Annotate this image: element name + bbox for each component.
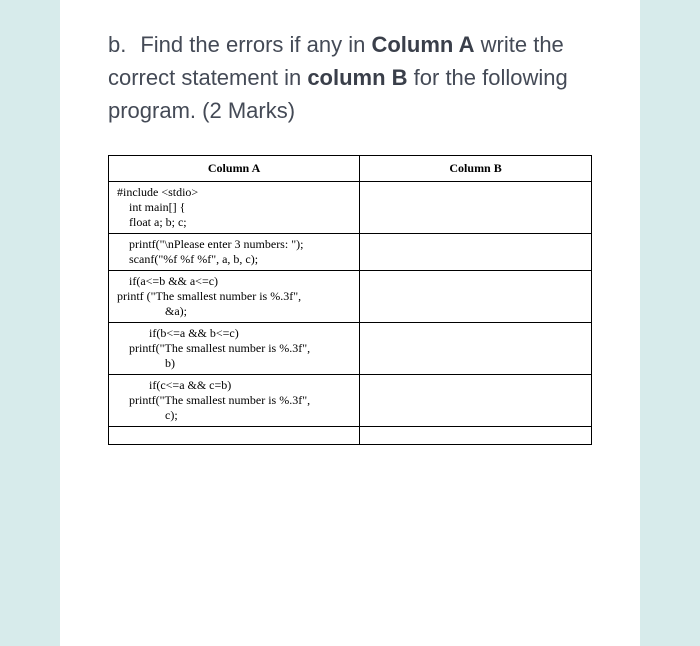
code-line: printf ("The smallest number is %.3f",	[117, 289, 301, 303]
cell-col-b	[360, 427, 592, 445]
qtext-part1: Find the errors if any in	[140, 32, 371, 57]
code-line: c);	[117, 408, 355, 423]
code-line: printf("The smallest number is %.3f",	[117, 341, 355, 356]
header-column-b: Column B	[360, 156, 592, 182]
cell-col-b	[360, 234, 592, 271]
code-line: printf("\nPlease enter 3 numbers: ");	[117, 237, 355, 252]
question-text: b.Find the errors if any in Column A wri…	[108, 28, 592, 127]
table-row: if(b<=a && b<=c) printf("The smallest nu…	[109, 323, 592, 375]
cell-col-a: if(b<=a && b<=c) printf("The smallest nu…	[109, 323, 360, 375]
table-body: #include <stdio> int main[] { float a; b…	[109, 182, 592, 445]
code-line: printf("The smallest number is %.3f",	[117, 393, 355, 408]
code-line: if(a<=b && a<=c)	[117, 274, 355, 289]
code-line: &a);	[117, 304, 355, 319]
table-row: #include <stdio> int main[] { float a; b…	[109, 182, 592, 234]
table-row: if(c<=a && c=b) printf("The smallest num…	[109, 375, 592, 427]
table-row	[109, 427, 592, 445]
code-table: Column A Column B #include <stdio> int m…	[108, 155, 592, 445]
code-line: #include <stdio>	[117, 185, 198, 199]
question-letter: b.	[108, 28, 126, 61]
cell-col-a: if(a<=b && a<=c) printf ("The smallest n…	[109, 271, 360, 323]
cell-col-b	[360, 375, 592, 427]
table-row: if(a<=b && a<=c) printf ("The smallest n…	[109, 271, 592, 323]
code-line: b)	[117, 356, 355, 371]
cell-col-a: if(c<=a && c=b) printf("The smallest num…	[109, 375, 360, 427]
code-line: int main[] {	[117, 200, 355, 215]
cell-col-a: #include <stdio> int main[] { float a; b…	[109, 182, 360, 234]
table-header-row: Column A Column B	[109, 156, 592, 182]
header-column-a: Column A	[109, 156, 360, 182]
table-row: printf("\nPlease enter 3 numbers: "); sc…	[109, 234, 592, 271]
code-line: if(c<=a && c=b)	[117, 378, 355, 393]
cell-col-b	[360, 182, 592, 234]
cell-col-a: printf("\nPlease enter 3 numbers: "); sc…	[109, 234, 360, 271]
cell-col-a	[109, 427, 360, 445]
cell-col-b	[360, 323, 592, 375]
page-container: b.Find the errors if any in Column A wri…	[60, 0, 640, 646]
code-line: float a; b; c;	[117, 215, 355, 230]
code-line: if(b<=a && b<=c)	[117, 326, 355, 341]
cell-col-b	[360, 271, 592, 323]
qtext-bold1: Column A	[371, 32, 474, 57]
code-line: scanf("%f %f %f", a, b, c);	[117, 252, 355, 267]
qtext-bold2: column B	[307, 65, 407, 90]
